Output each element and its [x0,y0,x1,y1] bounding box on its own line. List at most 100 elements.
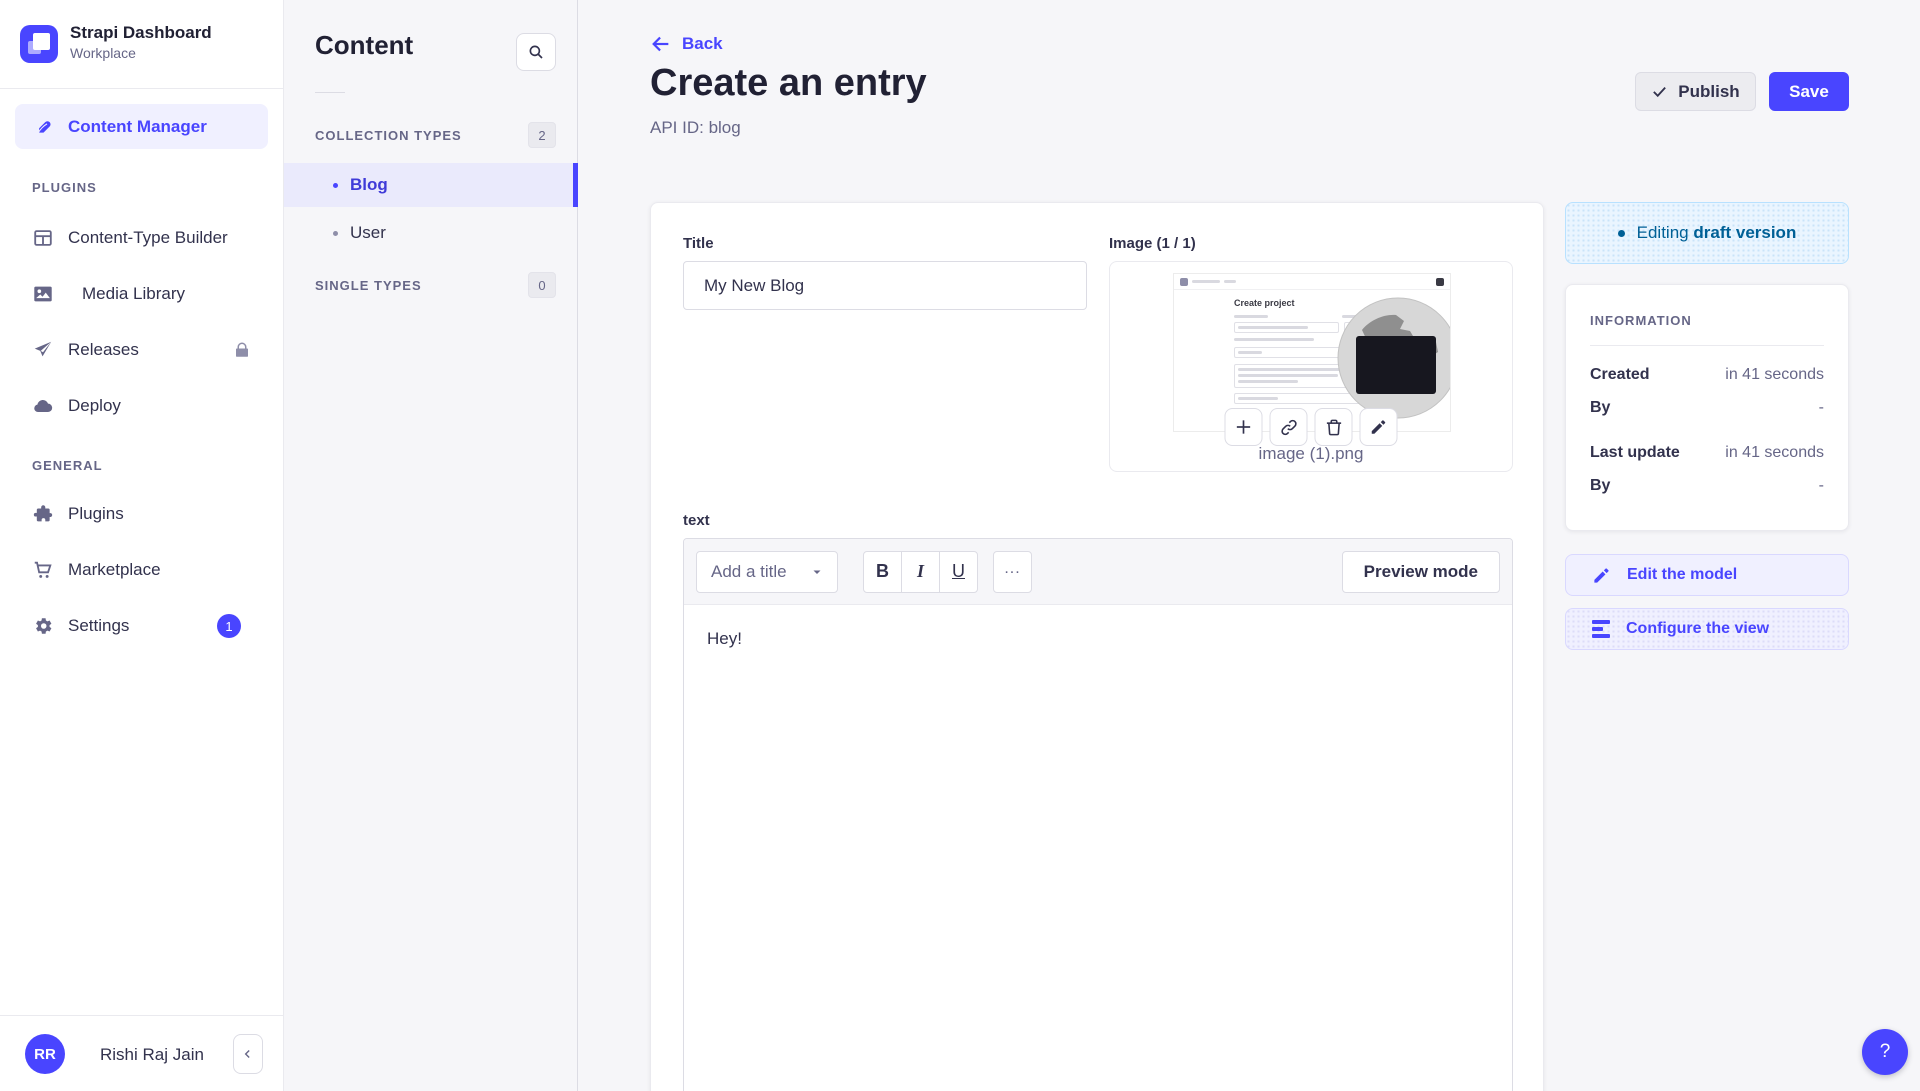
add-asset-button[interactable] [1225,408,1263,446]
sidebar-item-releases[interactable]: Releases [15,322,268,378]
sidebar-item-content-type-builder[interactable]: Content-Type Builder [15,210,268,266]
divider [315,92,345,93]
sidebar-section-plugins: PLUGINS [32,180,268,196]
content-subnav: Content COLLECTION TYPES 2 Blog User SIN… [284,0,578,1091]
sidebar-item-deploy[interactable]: Deploy [15,378,268,434]
back-link[interactable]: Back [650,33,723,55]
layout-grid-icon [32,227,54,249]
underline-button[interactable]: U [939,551,978,593]
picture-icon [32,283,54,305]
user-name: Rishi Raj Jain [100,1045,204,1065]
preview-mode-button[interactable]: Preview mode [1342,551,1500,593]
trash-icon [1324,418,1343,437]
status-dot-icon [1618,230,1625,237]
thumbnail-tooltip [1356,336,1436,394]
workspace-title: Strapi Dashboard [70,23,212,43]
collection-types-header: COLLECTION TYPES 2 [315,122,556,148]
single-types-count: 0 [528,272,556,298]
single-types-header: SINGLE TYPES 0 [315,272,556,298]
configure-view-button[interactable]: Configure the view [1565,608,1849,650]
sidebar-item-label: Content Manager [68,117,207,137]
feather-pen-icon [33,116,54,137]
settings-notification-badge: 1 [217,614,241,638]
sidebar-item-label: Settings [68,616,129,636]
bullet-icon [333,231,338,236]
text-field: text Add a title B I U ... Prev [683,512,1511,1091]
sidebar-item-plugins[interactable]: Plugins [15,486,268,542]
app-sidebar: Strapi Dashboard Workplace Content Manag… [0,0,284,1091]
subnav-item-user[interactable]: User [284,211,578,255]
image-field: Image (1 / 1) [1109,235,1513,472]
text-field-label: text [683,512,1511,529]
user-avatar[interactable]: RR [25,1034,65,1074]
sidebar-item-label: Plugins [68,504,124,524]
sidebar-item-label: Marketplace [68,560,161,580]
title-field-label: Title [683,235,1087,252]
cart-icon [32,559,54,581]
main-content: Back Create an entry API ID: blog Publis… [578,0,1920,1091]
collection-types-count: 2 [528,122,556,148]
sidebar-item-marketplace[interactable]: Marketplace [15,542,268,598]
delete-asset-button[interactable] [1315,408,1353,446]
sidebar-item-label: Media Library [82,284,185,304]
api-id-subtitle: API ID: blog [650,118,741,138]
italic-button[interactable]: I [901,551,940,593]
link-icon [1279,418,1298,437]
sidebar-item-label: Releases [68,340,139,360]
sidebar-collapse-button[interactable] [233,1034,263,1074]
workspace-header: Strapi Dashboard Workplace [0,0,283,89]
title-input[interactable] [683,261,1087,310]
edit-model-button[interactable]: Edit the model [1565,554,1849,596]
arrow-left-icon [650,33,672,55]
gear-icon [32,615,54,637]
workspace-subtitle: Workplace [70,45,136,61]
edit-asset-button[interactable] [1360,408,1398,446]
editor-toolbar: Add a title B I U ... Preview mode [684,539,1512,605]
search-button[interactable] [516,33,556,71]
pencil-icon [1370,418,1388,436]
image-actions-toolbar [1225,408,1398,446]
editor-content[interactable]: Hey! [684,605,1512,673]
check-icon [1651,83,1668,100]
list-lines-icon [1592,620,1610,638]
image-asset-card: Create project [1109,261,1513,472]
strapi-logo-icon [20,25,58,63]
publish-button[interactable]: Publish [1635,72,1756,111]
info-row-last-update: Last update in 41 seconds [1590,444,1824,462]
pencil-icon [1592,566,1611,585]
entry-form-card: Title Image (1 / 1) [650,202,1544,1091]
more-formatting-button[interactable]: ... [993,551,1032,593]
info-row-updated-by: By - [1590,477,1824,495]
subnav-item-blog[interactable]: Blog [284,163,578,207]
information-title: INFORMATION [1590,313,1824,328]
chevron-left-icon [241,1047,255,1061]
cloud-icon [32,395,54,417]
subnav-item-label: User [350,223,386,243]
sidebar-footer: RR Rishi Raj Jain [0,1015,283,1091]
search-icon [527,43,545,61]
sidebar-item-content-manager[interactable]: Content Manager [15,104,268,149]
save-button[interactable]: Save [1769,72,1849,111]
subnav-title: Content [315,30,413,61]
draft-status-banner: Editing draft version [1565,202,1849,264]
copy-link-button[interactable] [1270,408,1308,446]
divider [1590,345,1824,346]
sidebar-item-label: Deploy [68,396,121,416]
sidebar-item-settings[interactable]: Settings 1 [15,598,268,654]
page-title: Create an entry [650,62,927,105]
info-row-created: Created in 41 seconds [1590,366,1824,384]
lock-icon [233,341,251,359]
help-button[interactable]: ? [1862,1029,1908,1075]
puzzle-icon [32,503,54,525]
subnav-item-label: Blog [350,175,388,195]
plus-icon [1234,417,1254,437]
image-filename: image (1).png [1110,444,1512,464]
bold-button[interactable]: B [863,551,902,593]
info-row-created-by: By - [1590,399,1824,417]
bullet-icon [333,183,338,188]
sidebar-item-media-library[interactable]: Media Library [15,266,268,322]
text-style-dropdown[interactable]: Add a title [696,551,838,593]
caret-down-icon [811,566,823,578]
image-field-label: Image (1 / 1) [1109,235,1513,252]
paper-plane-icon [32,339,54,361]
